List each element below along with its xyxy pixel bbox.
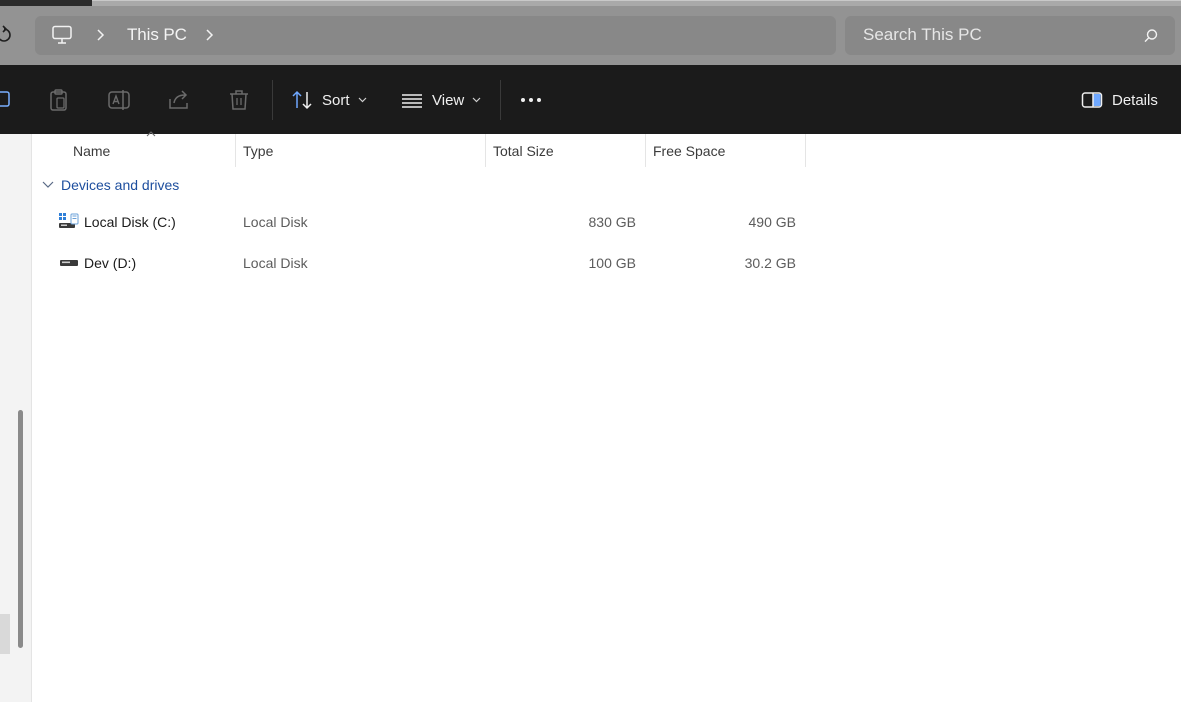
chevron-right-icon[interactable] [204, 29, 214, 41]
command-bar: Sort View Details [0, 65, 1181, 134]
search-input[interactable]: Search This PC [845, 16, 1175, 55]
navigation-selected-item[interactable] [0, 614, 10, 654]
sort-label: Sort [322, 91, 350, 109]
refresh-icon[interactable] [0, 22, 14, 48]
column-type-label: Type [243, 143, 274, 159]
more-options-icon[interactable] [519, 91, 545, 109]
column-header-type[interactable]: Type [236, 134, 486, 167]
command-separator [500, 80, 501, 120]
drive-row-d[interactable]: Dev (D:) Local Disk 100 GB 30.2 GB [33, 247, 813, 281]
details-pane-icon [1081, 92, 1103, 108]
search-placeholder: Search This PC [863, 25, 982, 44]
drive-total-size: 100 GB [588, 255, 636, 271]
column-header-total-size[interactable]: Total Size [486, 134, 646, 167]
view-button[interactable]: View [401, 86, 481, 114]
drive-type: Local Disk [243, 255, 308, 271]
sort-icon [292, 90, 312, 110]
details-label: Details [1112, 91, 1158, 109]
chevron-right-icon[interactable] [95, 29, 105, 41]
command-separator [272, 80, 273, 120]
column-free-space-label: Free Space [653, 143, 726, 159]
chevron-down-icon [358, 97, 366, 103]
list-view-icon [402, 94, 422, 108]
details-pane-button[interactable]: Details [1081, 86, 1158, 114]
file-list: Name Type Total Size Free Space Devices … [33, 131, 1181, 702]
column-total-size-label: Total Size [493, 143, 554, 159]
paste-icon[interactable] [46, 87, 72, 113]
address-bar[interactable]: This PC [35, 16, 836, 55]
column-header-name[interactable]: Name [33, 131, 236, 167]
delete-icon[interactable] [226, 87, 252, 113]
address-row: This PC Search This PC [0, 6, 1181, 65]
drive-total-size: 830 GB [588, 214, 636, 230]
drive-icon [60, 260, 78, 266]
view-label: View [432, 91, 465, 109]
new-folder-icon[interactable] [0, 87, 14, 113]
column-header-free-space[interactable]: Free Space [646, 134, 806, 167]
search-icon [1144, 29, 1158, 43]
breadcrumb-this-pc[interactable]: This PC [127, 25, 187, 45]
drive-type: Local Disk [243, 214, 308, 230]
drive-name: Dev (D:) [84, 255, 137, 271]
column-name-label: Name [73, 143, 111, 159]
drive-name: Local Disk (C:) [84, 214, 176, 230]
windows-drive-icon [59, 213, 79, 228]
drive-free-space: 30.2 GB [744, 255, 796, 271]
group-label: Devices and drives [61, 177, 180, 193]
this-pc-icon[interactable] [51, 25, 73, 45]
share-icon[interactable] [166, 87, 192, 113]
drive-row-c[interactable]: Local Disk (C:) Local Disk 830 GB 490 GB [33, 206, 813, 240]
rename-icon[interactable] [106, 87, 132, 113]
navigation-scrollbar[interactable] [18, 410, 23, 648]
chevron-down-icon [472, 97, 481, 103]
group-header-devices-and-drives[interactable]: Devices and drives [42, 177, 179, 193]
chevron-down-icon [42, 181, 54, 188]
sort-button[interactable]: Sort [291, 86, 367, 114]
drive-free-space: 490 GB [748, 214, 796, 230]
sort-ascending-icon [146, 131, 156, 137]
